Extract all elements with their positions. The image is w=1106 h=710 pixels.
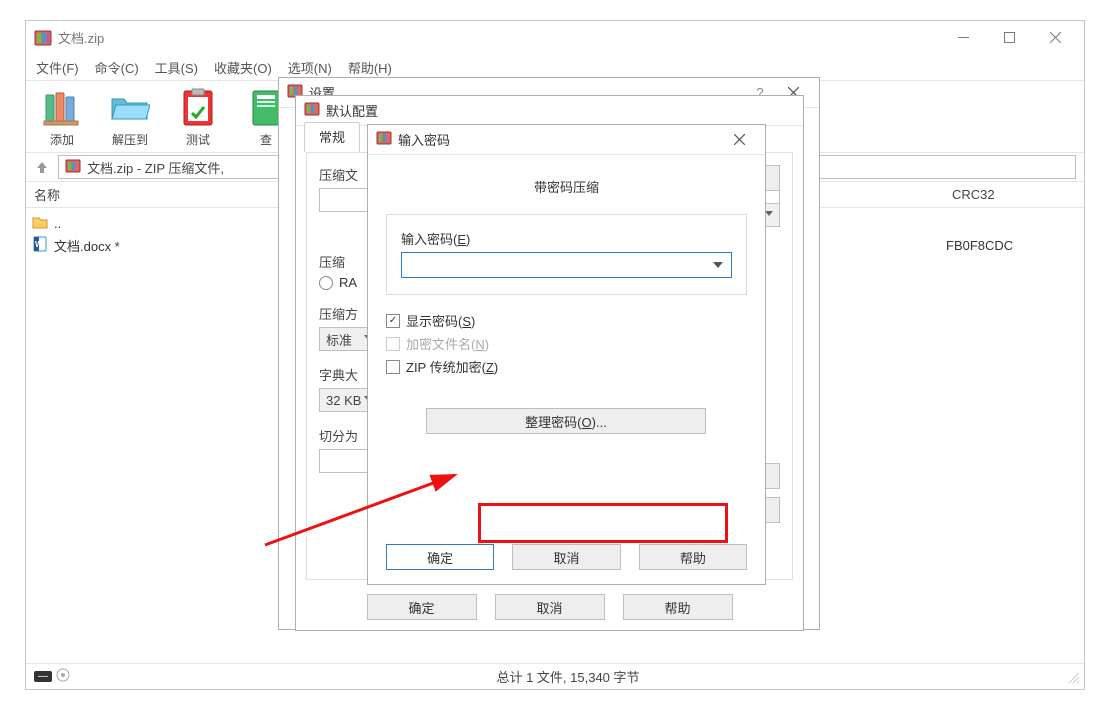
toolbar-add-label: 添加 bbox=[50, 131, 74, 148]
menu-tools[interactable]: 工具(S) bbox=[149, 56, 204, 79]
highlight-frame bbox=[478, 503, 728, 543]
menu-help[interactable]: 帮助(H) bbox=[342, 56, 398, 79]
password-dialog: 输入密码 带密码压缩 输入密码(E) ✓ 显示密码(S) 加密文件名(N) ZI… bbox=[367, 124, 766, 585]
clipboard-check-icon bbox=[176, 85, 220, 129]
password-close-button[interactable] bbox=[721, 125, 757, 155]
app-icon bbox=[34, 29, 52, 47]
password-input[interactable] bbox=[401, 252, 732, 278]
password-ok-button[interactable]: 确定 bbox=[386, 544, 494, 570]
list-item-name: 文档.docx * bbox=[54, 236, 120, 255]
close-button[interactable] bbox=[1032, 21, 1078, 54]
zip-legacy-label: ZIP 传统加密(Z) bbox=[406, 357, 498, 376]
toolbar-extract[interactable]: 解压到 bbox=[100, 85, 160, 148]
path-text: 文档.zip - ZIP 压缩文件, bbox=[87, 158, 224, 177]
minimize-button[interactable] bbox=[940, 21, 986, 54]
manage-passwords-button[interactable]: 整理密码(O)... bbox=[426, 408, 706, 434]
password-title: 输入密码 bbox=[398, 130, 450, 149]
main-titlebar: 文档.zip bbox=[26, 21, 1084, 54]
config-title: 默认配置 bbox=[326, 101, 378, 120]
resize-grip-icon[interactable] bbox=[1066, 670, 1080, 684]
format-rar-label: RA bbox=[339, 275, 357, 290]
password-cancel-button[interactable]: 取消 bbox=[512, 544, 620, 570]
show-password-label: 显示密码(S) bbox=[406, 311, 475, 330]
toolbar-extract-label: 解压到 bbox=[112, 131, 148, 148]
config-cancel-button[interactable]: 取消 bbox=[495, 594, 605, 620]
app-icon bbox=[304, 101, 320, 120]
config-help-button[interactable]: 帮助 bbox=[623, 594, 733, 620]
up-icon[interactable] bbox=[34, 159, 50, 175]
main-title: 文档.zip bbox=[58, 28, 104, 47]
encrypt-filenames-checkbox: 加密文件名(N) bbox=[386, 334, 747, 353]
config-titlebar: 默认配置 bbox=[296, 96, 803, 126]
column-crc[interactable]: CRC32 bbox=[944, 187, 1084, 202]
chevron-down-icon[interactable] bbox=[713, 262, 723, 268]
zip-legacy-checkbox[interactable]: ZIP 传统加密(Z) bbox=[386, 357, 747, 376]
manage-passwords-label: 整理密码(O)... bbox=[525, 412, 607, 431]
books-icon bbox=[40, 85, 84, 129]
password-help-button[interactable]: 帮助 bbox=[639, 544, 747, 570]
disc-icon bbox=[56, 668, 70, 685]
password-titlebar: 输入密码 bbox=[368, 125, 765, 155]
password-body: 带密码压缩 输入密码(E) ✓ 显示密码(S) 加密文件名(N) ZIP 传统加… bbox=[368, 155, 765, 584]
show-password-checkbox[interactable]: ✓ 显示密码(S) bbox=[386, 311, 747, 330]
checkbox-icon bbox=[386, 360, 400, 374]
list-item-crc: FB0F8CDC bbox=[938, 238, 1078, 253]
checkbox-icon bbox=[386, 337, 400, 351]
app-icon bbox=[376, 130, 392, 149]
tab-general[interactable]: 常规 bbox=[304, 122, 360, 152]
menu-cmd[interactable]: 命令(C) bbox=[89, 56, 145, 79]
svg-text:W: W bbox=[35, 240, 43, 249]
toolbar-view-label: 查 bbox=[260, 131, 272, 148]
list-item-name: .. bbox=[54, 216, 61, 231]
folder-up-icon bbox=[32, 214, 48, 233]
password-subtitle: 带密码压缩 bbox=[386, 169, 747, 214]
status-bar: — 总计 1 文件, 15,340 字节 bbox=[26, 663, 1084, 689]
menu-options[interactable]: 选项(N) bbox=[282, 56, 338, 79]
config-ok-button[interactable]: 确定 bbox=[367, 594, 477, 620]
menu-file[interactable]: 文件(F) bbox=[30, 56, 85, 79]
status-glyph: — bbox=[34, 671, 52, 682]
folder-open-icon bbox=[108, 85, 152, 129]
password-input-label: 输入密码(E) bbox=[401, 229, 732, 248]
password-input-group: 输入密码(E) bbox=[386, 214, 747, 295]
toolbar-test-label: 测试 bbox=[186, 131, 210, 148]
maximize-button[interactable] bbox=[986, 21, 1032, 54]
archive-icon bbox=[65, 158, 81, 177]
menu-fav[interactable]: 收藏夹(O) bbox=[208, 56, 278, 79]
toolbar-add[interactable]: 添加 bbox=[32, 85, 92, 148]
status-text: 总计 1 文件, 15,340 字节 bbox=[70, 667, 1066, 686]
word-doc-icon: W bbox=[32, 236, 48, 255]
checkbox-checked-icon: ✓ bbox=[386, 314, 400, 328]
encrypt-filenames-label: 加密文件名(N) bbox=[406, 334, 489, 353]
toolbar-test[interactable]: 测试 bbox=[168, 85, 228, 148]
password-button-row: 确定 取消 帮助 bbox=[386, 544, 747, 570]
